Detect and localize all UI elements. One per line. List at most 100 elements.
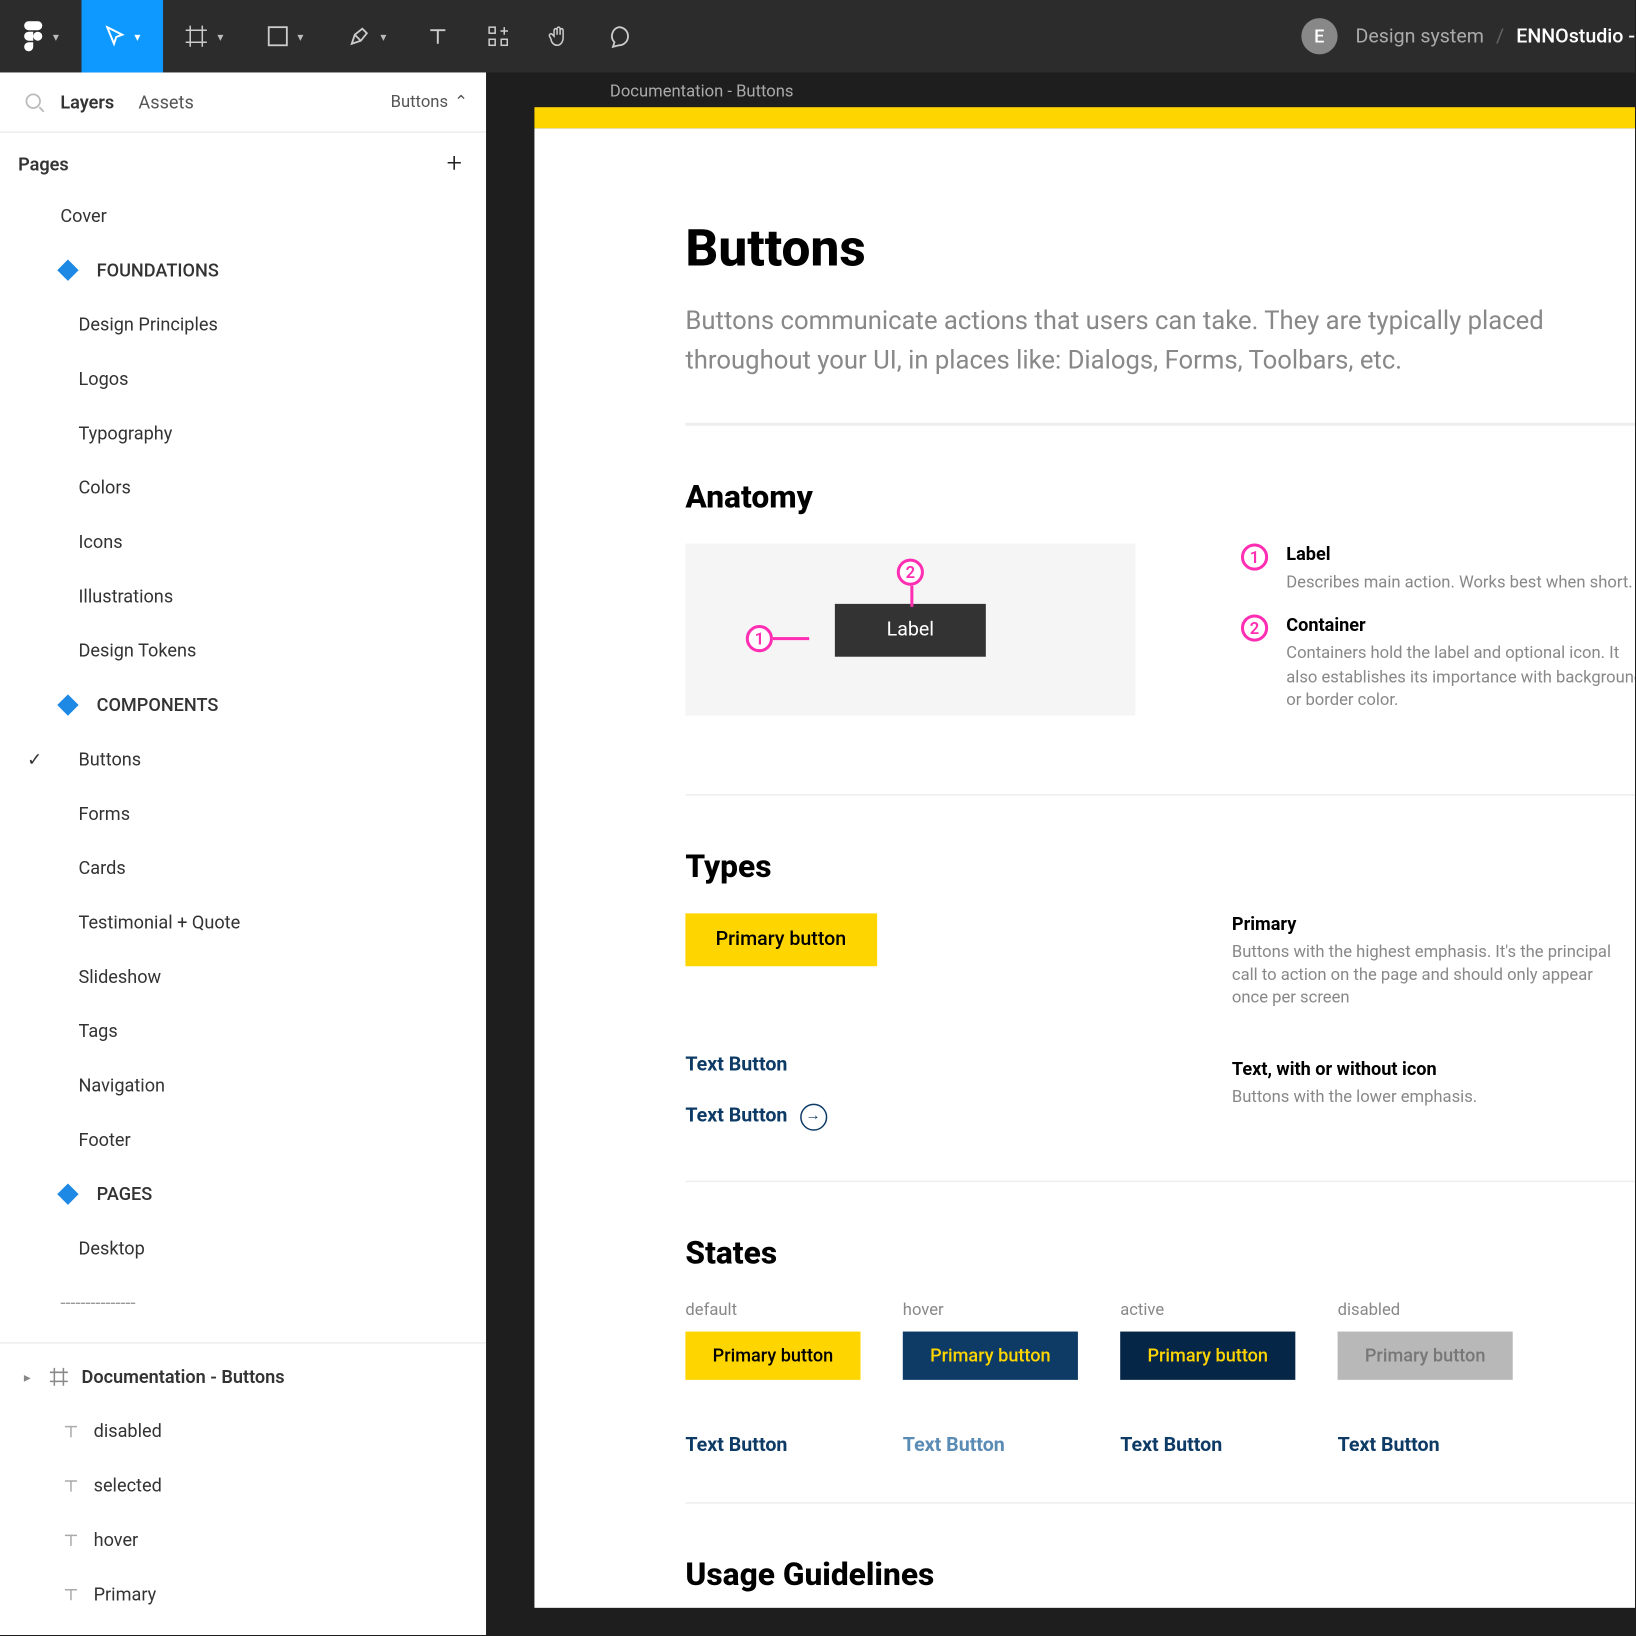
comment-icon [607, 24, 631, 48]
chevron-down-icon: ▾ [297, 29, 303, 43]
page-item-desktop[interactable]: Desktop [0, 1221, 486, 1275]
page-item-typography[interactable]: Typography [0, 406, 486, 460]
pin-connector [910, 586, 913, 607]
search-icon[interactable] [24, 91, 45, 112]
frame-icon [48, 1366, 69, 1387]
type-primary-desc: Buttons with the highest emphasis. It's … [1232, 940, 1625, 1010]
state-label-default: default [685, 1300, 896, 1320]
page-item-icons[interactable]: Icons [0, 515, 486, 569]
frame-tool-button[interactable]: ▾ [163, 0, 245, 72]
text-layer-icon [60, 1421, 81, 1442]
frame-icon [184, 24, 208, 48]
pin-badge: 1 [1241, 543, 1268, 570]
type-text-title: Text, with or without icon [1232, 1058, 1635, 1079]
file-path[interactable]: Design system / ENNOstudio - [1355, 25, 1635, 48]
resources-button[interactable] [468, 0, 528, 72]
page-item-buttons[interactable]: ✓Buttons [0, 732, 486, 786]
user-avatar[interactable]: E [1301, 18, 1337, 54]
anatomy-heading: Anatomy [685, 480, 1635, 516]
check-icon: ✓ [27, 749, 42, 770]
layer-text-hover[interactable]: hover [0, 1513, 486, 1567]
figma-logo-icon [23, 21, 44, 51]
chevron-down-icon: ▾ [134, 29, 140, 43]
layer-frame-documentation-buttons[interactable]: ▸ Documentation - Buttons [0, 1350, 486, 1404]
page-item-colors[interactable]: Colors [0, 460, 486, 514]
pen-tool-button[interactable]: ▾ [326, 0, 408, 72]
legend-title: Container [1286, 615, 1635, 636]
diamond-icon [57, 1183, 78, 1204]
page-dropdown-label: Buttons [391, 92, 448, 112]
cursor-icon [104, 26, 125, 47]
figma-menu-button[interactable]: ▾ [0, 0, 82, 72]
page-item-divider[interactable]: --------------- [0, 1276, 486, 1330]
page-item-tags[interactable]: Tags [0, 1004, 486, 1058]
chevron-down-icon: ▾ [217, 29, 223, 43]
states-heading: States [685, 1237, 1635, 1273]
canvas[interactable]: Documentation - Buttons Buttons Buttons … [486, 72, 1635, 1635]
state-text-hover: Text Button [903, 1434, 1114, 1457]
pages-heading: Pages [18, 153, 69, 174]
anatomy-pin-1: 1 [746, 625, 773, 652]
divider [685, 423, 1635, 426]
hand-icon [547, 24, 571, 48]
doc-header-strip [534, 107, 1635, 128]
page-item-design-tokens[interactable]: Design Tokens [0, 624, 486, 678]
page-section-components[interactable]: COMPONENTS [0, 678, 486, 732]
hand-tool-button[interactable] [528, 0, 588, 72]
canvas-frame-label[interactable]: Documentation - Buttons [534, 72, 1635, 107]
layers-tab[interactable]: Layers [60, 91, 114, 112]
state-primary-default: Primary button [685, 1332, 860, 1380]
state-label-disabled: disabled [1338, 1300, 1549, 1320]
page-item-cover[interactable]: Cover [0, 189, 486, 243]
legend-title: Label [1286, 543, 1632, 564]
state-primary-disabled: Primary button [1338, 1332, 1513, 1380]
page-item-cards[interactable]: Cards [0, 841, 486, 895]
page-section-foundations[interactable]: FOUNDATIONS [0, 243, 486, 297]
anatomy-sample-button: Label [835, 603, 985, 656]
pin-connector [773, 637, 809, 640]
layer-text-primary[interactable]: Primary [0, 1567, 486, 1621]
pen-icon [347, 24, 371, 48]
page-item-navigation[interactable]: Navigation [0, 1058, 486, 1112]
file-name: ENNOstudio - [1516, 25, 1635, 48]
path-separator: / [1496, 25, 1504, 48]
page-item-forms[interactable]: Forms [0, 787, 486, 841]
primary-button-sample: Primary button [685, 913, 876, 966]
page-item-footer[interactable]: Footer [0, 1113, 486, 1167]
doc-title: Buttons [685, 219, 1635, 279]
usage-heading: Usage Guidelines [685, 1558, 1635, 1594]
page-item-design-principles[interactable]: Design Principles [0, 297, 486, 351]
layer-text-disabled[interactable]: disabled [0, 1404, 486, 1458]
add-page-button[interactable]: + [447, 148, 462, 180]
text-tool-button[interactable] [408, 0, 468, 72]
comment-tool-button[interactable] [589, 0, 649, 72]
page-section-pages[interactable]: PAGES [0, 1167, 486, 1221]
chevron-up-icon: ⌃ [454, 92, 468, 112]
text-layer-icon [60, 1529, 81, 1550]
move-tool-button[interactable]: ▾ [82, 0, 164, 72]
text-button-sample: Text Button [685, 1053, 787, 1076]
caret-right-icon: ▸ [24, 1370, 36, 1384]
page-dropdown[interactable]: Buttons ⌃ [391, 92, 468, 112]
pages-list: Cover FOUNDATIONS Design Principles Logo… [0, 189, 486, 1344]
text-layer-icon [60, 1584, 81, 1605]
topbar: ▾ ▾ ▾ ▾ ▾ E De [0, 0, 1635, 72]
project-name: Design system [1355, 25, 1484, 48]
type-text-desc: Buttons with the lower emphasis. [1232, 1085, 1625, 1108]
divider [685, 793, 1635, 795]
chevron-down-icon: ▾ [53, 29, 59, 43]
state-label-active: active [1120, 1300, 1331, 1320]
page-item-slideshow[interactable]: Slideshow [0, 950, 486, 1004]
diamond-icon [57, 260, 78, 281]
state-label-hover: hover [903, 1300, 1114, 1320]
layer-text-selected[interactable]: selected [0, 1458, 486, 1512]
assets-tab[interactable]: Assets [138, 91, 193, 112]
diamond-icon [57, 694, 78, 715]
text-layer-icon [60, 1475, 81, 1496]
shape-tool-button[interactable]: ▾ [245, 0, 327, 72]
state-primary-active: Primary button [1120, 1332, 1295, 1380]
page-item-logos[interactable]: Logos [0, 352, 486, 406]
page-item-testimonial-quote[interactable]: Testimonial + Quote [0, 895, 486, 949]
anatomy-preview: Label 1 2 [685, 543, 1135, 715]
page-item-illustrations[interactable]: Illustrations [0, 569, 486, 623]
